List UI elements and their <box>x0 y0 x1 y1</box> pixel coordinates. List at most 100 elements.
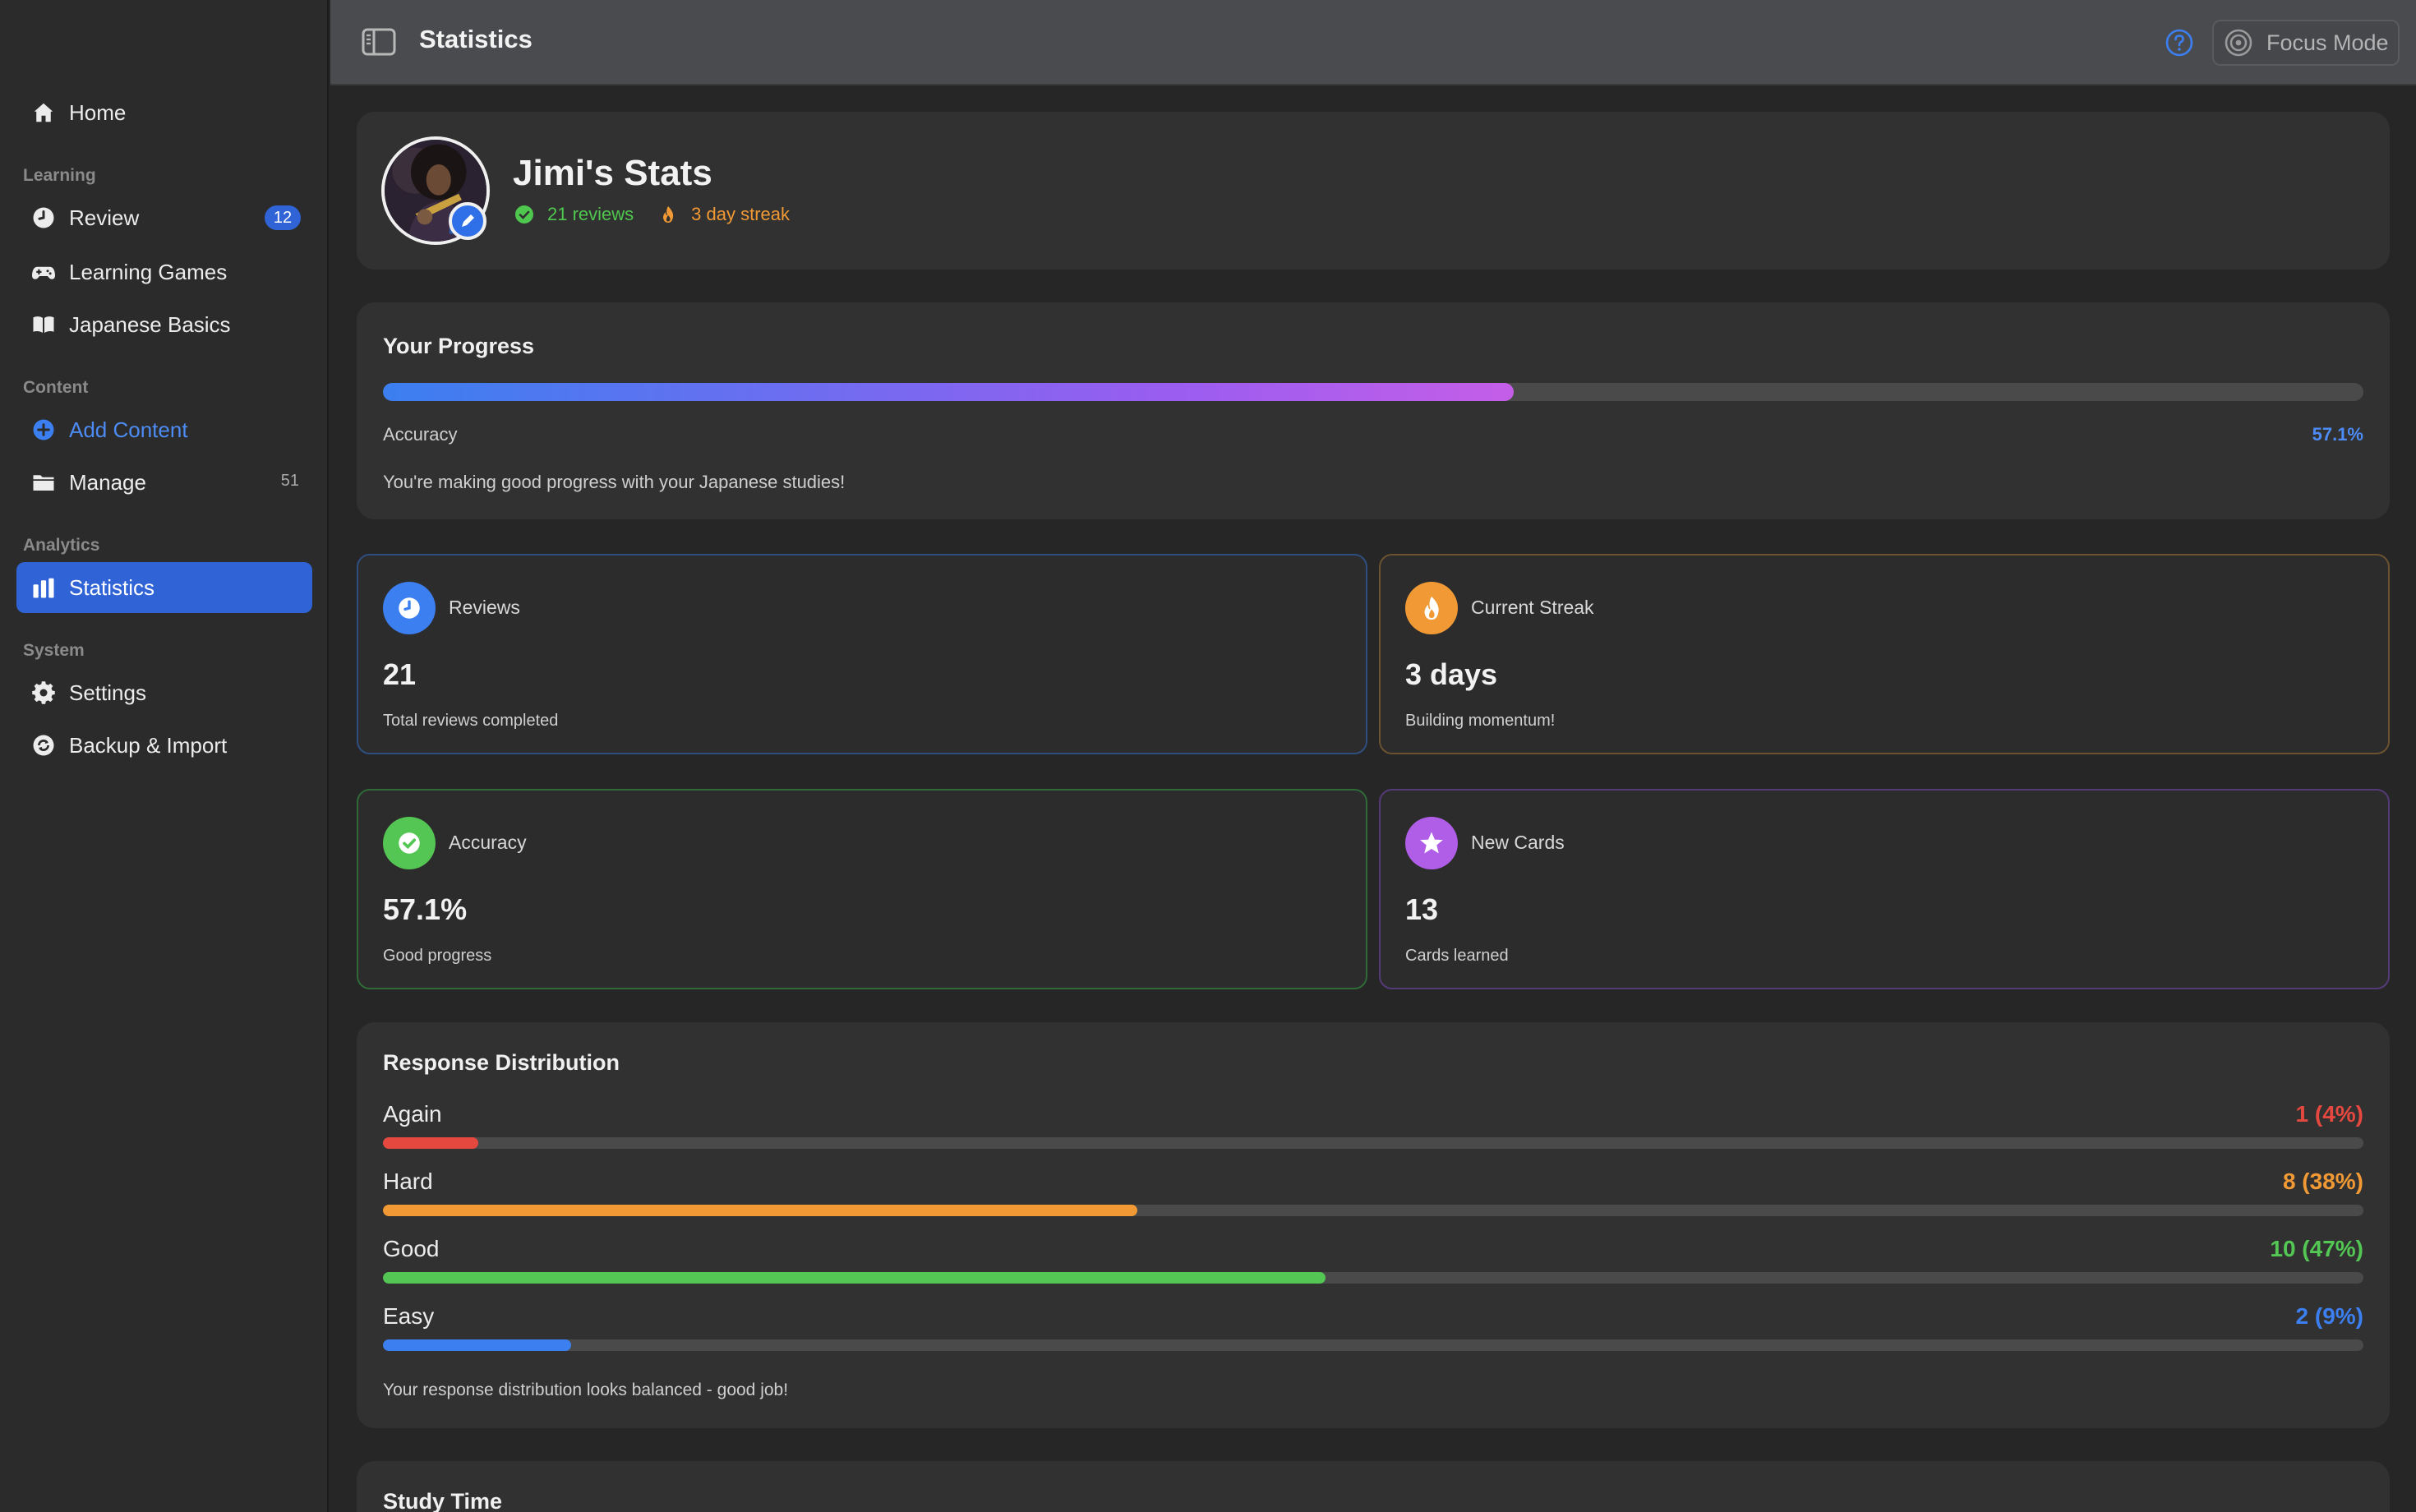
distribution-label: Good <box>383 1236 440 1261</box>
gear-icon <box>30 679 58 707</box>
streak-summary-text: 3 day streak <box>691 204 790 224</box>
flame-icon <box>663 206 674 223</box>
sidebar-item-label: Manage <box>69 469 146 495</box>
profile-name: Jimi's Stats <box>513 153 712 193</box>
profile-header: Jimi's Stats 21 reviews 3 day streak <box>357 112 2390 270</box>
distribution-bar <box>383 1272 2363 1284</box>
study-time-panel: Study Time <box>357 1461 2390 1512</box>
distribution-bar-fill <box>383 1272 1326 1284</box>
distribution-value: 10 (47%) <box>2270 1236 2363 1261</box>
book-icon <box>30 311 58 339</box>
sidebar: Home Learning Review 12 Learning Games J… <box>0 0 329 1512</box>
distribution-bar <box>383 1205 2363 1216</box>
clock-icon <box>30 204 58 232</box>
new-cards-card-value: 13 <box>1405 892 1439 926</box>
reviews-card-label: Reviews <box>449 597 520 618</box>
section-label-learning: Learning <box>23 166 96 185</box>
folder-icon <box>30 468 58 496</box>
sidebar-item-manage[interactable]: Manage 51 <box>16 457 312 508</box>
sidebar-item-learning-games[interactable]: Learning Games <box>16 247 312 297</box>
sidebar-item-label: Learning Games <box>69 259 228 284</box>
distribution-value: 1 (4%) <box>2295 1101 2363 1127</box>
new-cards-card: New Cards 13 Cards learned <box>1379 789 2390 989</box>
house-icon <box>30 99 58 127</box>
target-icon <box>2225 29 2252 57</box>
streak-card: Current Streak 3 days Building momentum! <box>1379 554 2390 754</box>
sidebar-item-add-content[interactable]: Add Content <box>16 404 312 455</box>
study-time-title: Study Time <box>383 1489 503 1512</box>
check-circle-icon <box>515 205 533 224</box>
accuracy-card-value: 57.1% <box>383 892 468 926</box>
section-label-system: System <box>23 641 85 660</box>
distribution-value: 8 (38%) <box>2282 1169 2363 1194</box>
streak-card-label: Current Streak <box>1471 597 1594 618</box>
flame-icon <box>1405 582 1458 634</box>
focus-mode-label: Focus Mode <box>2266 30 2389 55</box>
reviews-card-caption: Total reviews completed <box>383 712 559 730</box>
page-title: Statistics <box>419 25 533 53</box>
clock-icon <box>383 582 436 634</box>
distribution-bar-fill <box>383 1137 478 1149</box>
sidebar-item-statistics[interactable]: Statistics <box>16 562 312 613</box>
reviews-card-value: 21 <box>383 657 417 691</box>
sidebar-item-backup-import[interactable]: Backup & Import <box>16 720 312 771</box>
progress-bar <box>383 383 2363 401</box>
distribution-note: Your response distribution looks balance… <box>383 1381 789 1399</box>
progress-bar-fill <box>383 383 1515 401</box>
response-distribution-title: Response Distribution <box>383 1050 620 1075</box>
sidebar-item-review[interactable]: Review 12 <box>16 192 312 243</box>
progress-panel: Your Progress Accuracy 57.1% You're maki… <box>357 302 2390 519</box>
accuracy-label: Accuracy <box>383 424 458 445</box>
accuracy-card-label: Accuracy <box>449 832 527 853</box>
reviews-summary: 21 reviews <box>514 204 634 225</box>
reviews-summary-text: 21 reviews <box>547 204 634 224</box>
distribution-label: Easy <box>383 1303 435 1329</box>
progress-title: Your Progress <box>383 334 535 358</box>
distribution-label: Hard <box>383 1169 433 1194</box>
check-circle-icon <box>383 817 436 869</box>
app-window: Home Learning Review 12 Learning Games J… <box>0 0 2416 1512</box>
section-label-content: Content <box>23 378 89 397</box>
star-icon <box>1405 817 1458 869</box>
sidebar-item-label: Review <box>69 205 140 230</box>
distribution-value: 2 (9%) <box>2295 1303 2363 1329</box>
sidebar-item-label: Settings <box>69 680 146 705</box>
sidebar-item-label: Home <box>69 99 127 125</box>
accuracy-card: Accuracy 57.1% Good progress <box>357 789 1367 989</box>
sidebar-item-label: Add Content <box>69 417 188 442</box>
help-icon[interactable] <box>2165 28 2194 58</box>
streak-summary: 3 day streak <box>658 204 790 225</box>
reviews-card: Reviews 21 Total reviews completed <box>357 554 1367 754</box>
manage-count: 51 <box>280 472 299 490</box>
review-count-badge: 12 <box>265 205 301 230</box>
progress-note: You're making good progress with your Ja… <box>383 472 846 492</box>
distribution-bar <box>383 1137 2363 1149</box>
response-distribution-panel: Response Distribution Again 1 (4%) Hard … <box>357 1022 2390 1428</box>
sidebar-item-japanese-basics[interactable]: Japanese Basics <box>16 299 312 350</box>
distribution-bar-fill <box>383 1205 1138 1216</box>
distribution-label: Again <box>383 1101 442 1127</box>
distribution-bar-fill <box>383 1339 571 1351</box>
profile-meta: 21 reviews 3 day streak <box>514 204 790 225</box>
streak-card-value: 3 days <box>1405 657 1498 691</box>
toolbar: Statistics Focus Mode <box>330 0 2416 85</box>
distribution-bar <box>383 1339 2363 1351</box>
streak-card-caption: Building momentum! <box>1405 712 1556 730</box>
sidebar-item-home[interactable]: Home <box>16 87 312 138</box>
gamepad-icon <box>30 258 58 286</box>
section-label-analytics: Analytics <box>23 536 100 555</box>
sidebar-item-label: Backup & Import <box>69 732 228 758</box>
accuracy-card-caption: Good progress <box>383 947 492 965</box>
focus-mode-button[interactable]: Focus Mode <box>2212 20 2400 66</box>
sidebar-item-settings[interactable]: Settings <box>16 667 312 718</box>
new-cards-card-label: New Cards <box>1471 832 1565 853</box>
plus-circle-icon <box>30 416 58 444</box>
sidebar-toggle-icon[interactable] <box>362 28 396 56</box>
new-cards-card-caption: Cards learned <box>1405 947 1509 965</box>
pencil-icon <box>462 214 474 227</box>
edit-avatar-button[interactable] <box>449 202 486 240</box>
accuracy-value: 57.1% <box>2312 424 2363 445</box>
sidebar-item-label: Statistics <box>69 574 155 600</box>
sidebar-item-label: Japanese Basics <box>69 311 231 337</box>
sync-icon <box>30 731 58 759</box>
